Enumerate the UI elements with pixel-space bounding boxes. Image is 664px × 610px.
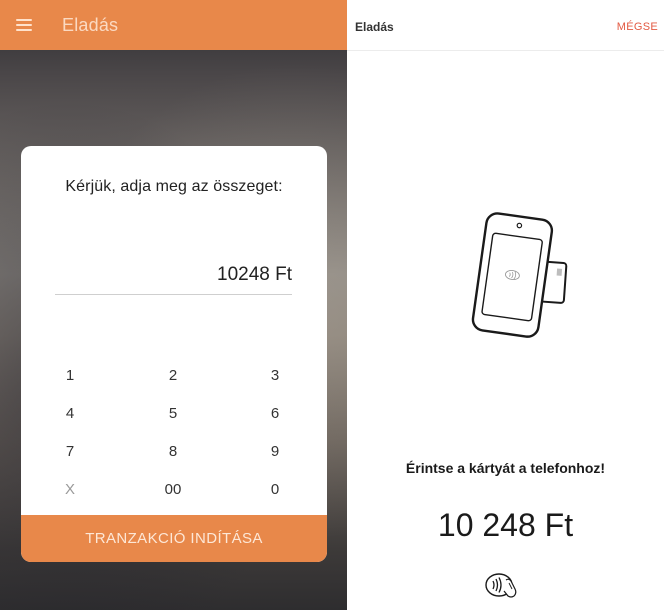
keypad-key-00[interactable]: 00 xyxy=(143,475,203,505)
keypad-key-3[interactable]: 3 xyxy=(245,361,305,391)
tap-card-screen: Eladás MÉGSE Érintse a kártyát a telefon… xyxy=(347,0,664,610)
payment-amount: 10 248 Ft xyxy=(437,507,574,543)
phone-tap-card-icon xyxy=(471,212,568,338)
tap-screen-title: Eladás xyxy=(355,20,394,34)
tap-screen-header: Eladás MÉGSE xyxy=(347,0,664,51)
keypad-key-0[interactable]: 0 xyxy=(245,475,305,505)
app-bar: Eladás xyxy=(0,0,347,50)
keypad-key-4[interactable]: 4 xyxy=(40,399,100,429)
amount-dialog: Kérjük, adja meg az összeget: 10248 Ft 1… xyxy=(21,146,327,562)
keypad-key-8[interactable]: 8 xyxy=(143,437,203,467)
keypad-key-1[interactable]: 1 xyxy=(40,361,100,391)
tap-instruction: Érintse a kártyát a telefonhoz! xyxy=(405,460,606,476)
keypad-key-2[interactable]: 2 xyxy=(143,361,203,391)
hamburger-menu-icon[interactable] xyxy=(16,19,32,31)
app-bar-title: Eladás xyxy=(62,14,119,35)
keypad-key-6[interactable]: 6 xyxy=(245,399,305,429)
cancel-button[interactable]: MÉGSE xyxy=(617,21,658,33)
contactless-payment-icon xyxy=(485,573,517,598)
keypad-key-clear[interactable]: X xyxy=(40,475,100,505)
amount-entry-screen: Eladás Kérjük, adja meg az összeget: 102… xyxy=(0,0,347,610)
start-transaction-button[interactable]: TRANZAKCIÓ INDÍTÁSA xyxy=(21,515,327,562)
keypad-key-9[interactable]: 9 xyxy=(245,437,305,467)
amount-prompt: Kérjük, adja meg az összeget: xyxy=(65,178,283,195)
keypad-key-7[interactable]: 7 xyxy=(40,437,100,467)
keypad-key-5[interactable]: 5 xyxy=(143,399,203,429)
screenshot-root: Eladás Kérjük, adja meg az összeget: 102… xyxy=(0,0,664,610)
amount-field[interactable]: 10248 Ft xyxy=(55,264,292,295)
